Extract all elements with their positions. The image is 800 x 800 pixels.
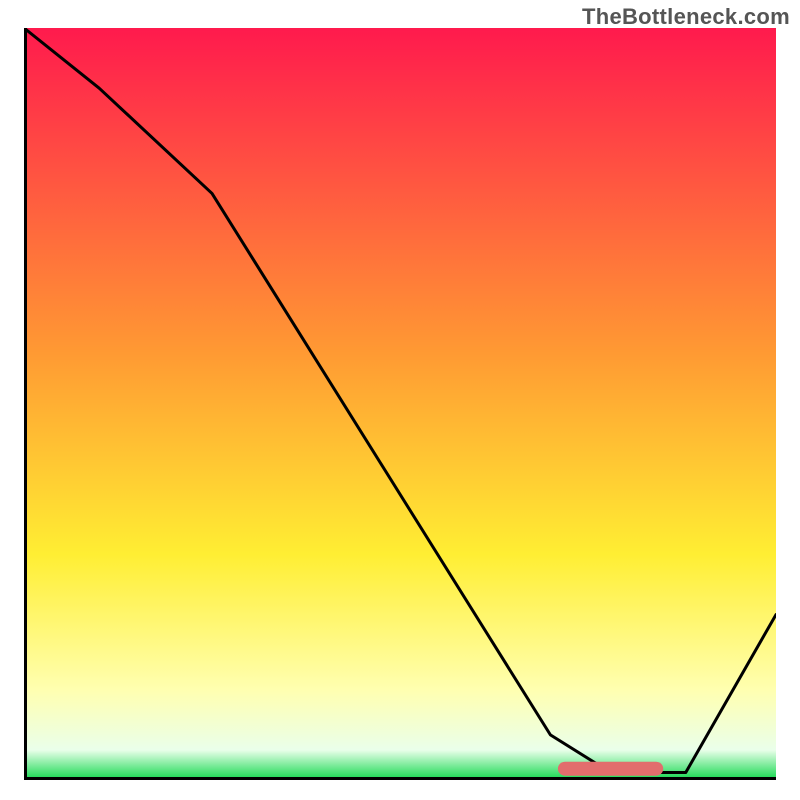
- watermark-text: TheBottleneck.com: [582, 4, 790, 30]
- page-root: TheBottleneck.com: [0, 0, 800, 800]
- bottleneck-chart: [24, 28, 776, 780]
- optimal-zone-marker: [558, 762, 663, 776]
- chart-background: [24, 28, 776, 780]
- chart-frame: [24, 28, 776, 780]
